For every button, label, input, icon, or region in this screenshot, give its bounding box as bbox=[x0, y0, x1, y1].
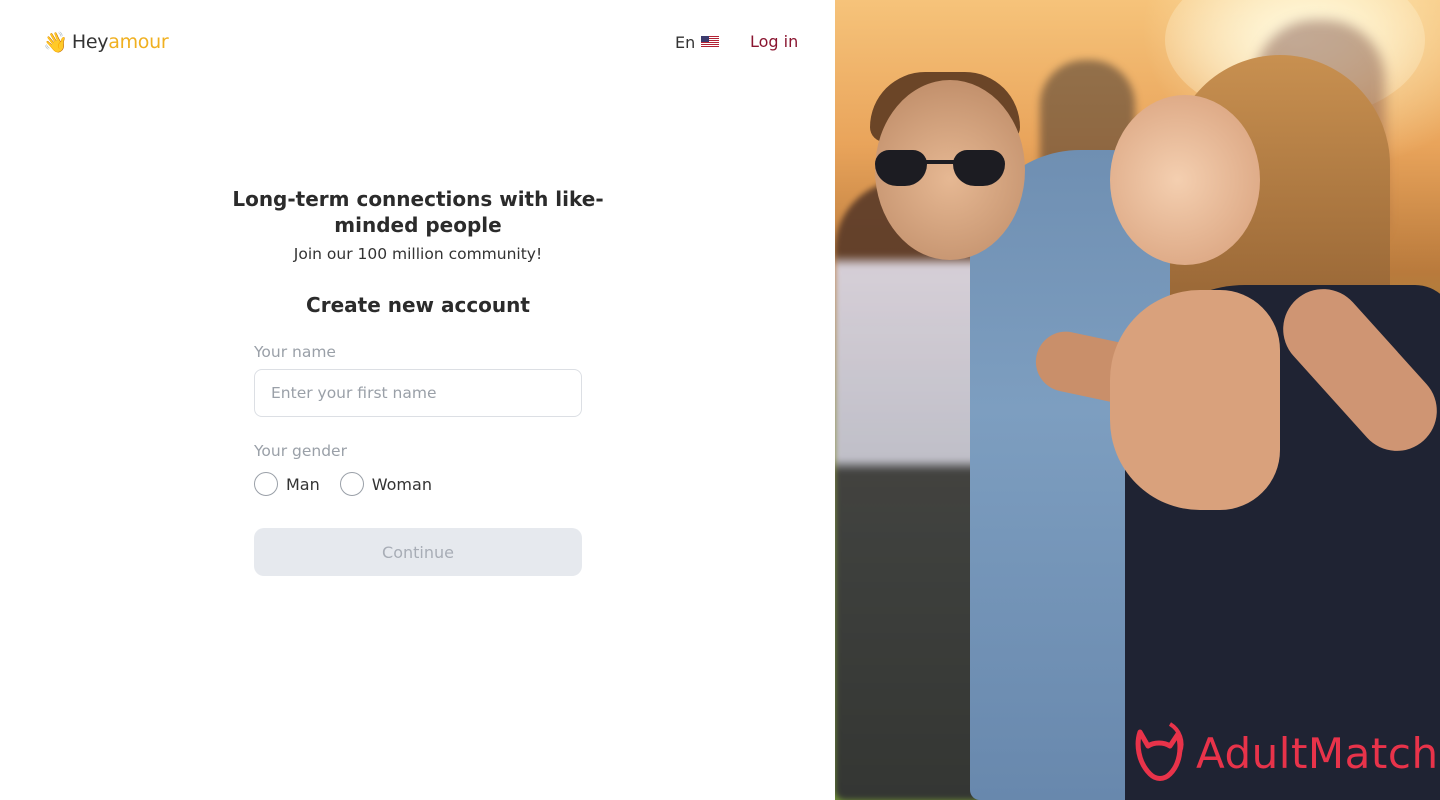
login-link[interactable]: Log in bbox=[750, 30, 798, 54]
waving-hand-icon: 👋 bbox=[43, 30, 68, 54]
radio-man[interactable] bbox=[254, 472, 278, 496]
brand-name-amour: amour bbox=[108, 31, 169, 53]
devil-mask-icon bbox=[1135, 722, 1184, 781]
gender-option-woman[interactable]: Woman bbox=[339, 472, 432, 496]
us-flag-icon bbox=[701, 36, 720, 48]
continue-button[interactable]: Continue bbox=[254, 528, 582, 576]
photo-woman-face bbox=[1110, 95, 1260, 265]
subheadline: Join our 100 million community! bbox=[293, 245, 543, 263]
brand-logo[interactable]: 👋 Heyamour bbox=[43, 30, 169, 54]
name-label: Your name bbox=[254, 343, 336, 361]
signup-form: Long-term connections with like-minded p… bbox=[232, 186, 604, 576]
gender-option-man[interactable]: Man bbox=[254, 472, 320, 496]
gender-option-man-label: Man bbox=[286, 474, 320, 494]
radio-woman[interactable] bbox=[339, 472, 364, 496]
brand-name: Heyamour bbox=[71, 31, 169, 53]
brand-name-hey: Hey bbox=[71, 31, 109, 53]
gender-option-woman-label: Woman bbox=[371, 474, 432, 494]
language-code: En bbox=[675, 32, 696, 52]
watermark: AdultMatch bbox=[1130, 722, 1439, 784]
gender-label: Your gender bbox=[254, 442, 347, 460]
first-name-input[interactable] bbox=[254, 369, 582, 417]
headline: Long-term connections with like-minded p… bbox=[232, 187, 604, 237]
photo-woman-shoulder bbox=[1110, 290, 1280, 510]
gender-radio-group: Man Woman bbox=[254, 472, 582, 496]
signup-panel: 👋 Heyamour En Log in Long-term connectio… bbox=[0, 0, 835, 800]
hero-photo: AdultMatch bbox=[835, 0, 1440, 800]
form-title: Create new account bbox=[306, 293, 530, 317]
photo-person-left bbox=[835, 180, 985, 800]
language-selector[interactable]: En bbox=[675, 32, 720, 52]
sunglasses bbox=[875, 150, 1010, 190]
watermark-text: AdultMatch bbox=[1196, 728, 1439, 778]
top-nav: En Log in bbox=[675, 30, 798, 54]
